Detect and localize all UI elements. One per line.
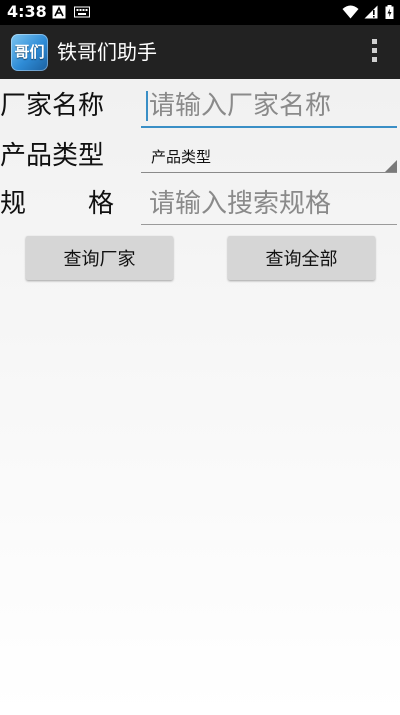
text-cursor [146,91,148,121]
more-vert-icon[interactable] [370,39,378,65]
battery-icon [385,5,394,19]
manufacturer-input[interactable] [141,86,397,126]
wifi-icon [342,5,359,19]
spec-input[interactable] [141,184,397,224]
query-all-button[interactable]: 查询全部 [228,236,375,280]
status-time: 4:38 [7,2,47,21]
product-type-spinner[interactable]: 产品类型 [141,143,397,173]
status-bar: 4:38 [0,0,400,25]
query-manufacturer-button[interactable]: 查询厂家 [26,236,173,280]
app-logo-icon: 哥们 [11,34,48,71]
spec-label-char-2: 格 [88,189,115,219]
spec-label-char-1: 规 [0,189,27,219]
action-bar: 哥们 铁哥们助手 [0,25,400,79]
signal-icon [364,5,378,19]
product-type-label: 产品类型 [0,141,105,171]
app-title: 铁哥们助手 [57,40,157,64]
spec-input-underline [141,224,397,225]
keyboard-icon [74,6,90,18]
app-logo-text: 哥们 [14,43,45,61]
manufacturer-label: 厂家名称 [0,91,105,121]
spinner-arrow-icon [385,160,397,172]
product-type-selected: 产品类型 [151,148,212,166]
notification-a-icon [52,5,66,19]
manufacturer-input-underline [141,126,397,128]
